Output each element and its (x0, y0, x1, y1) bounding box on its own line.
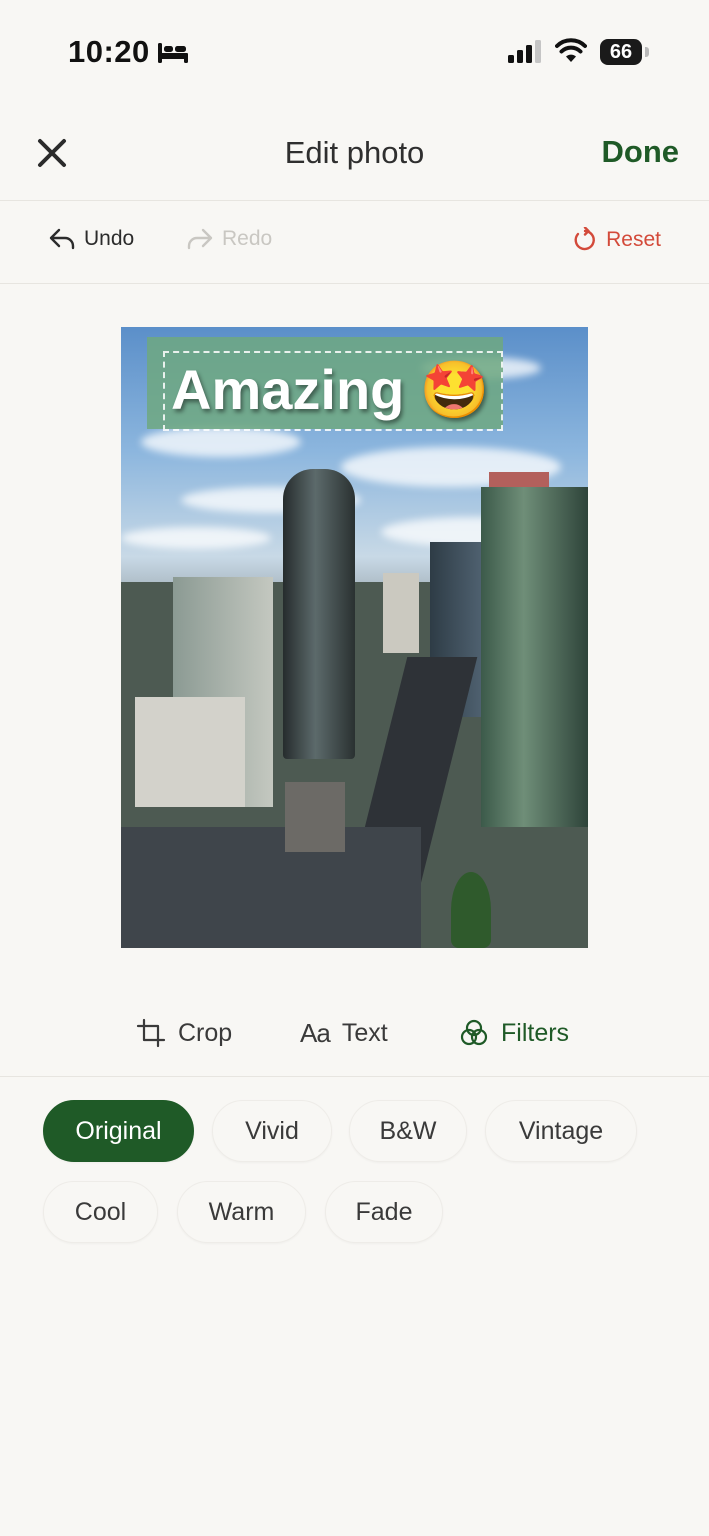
building (481, 487, 588, 827)
filters-tool-button[interactable]: Filters (459, 1018, 569, 1048)
filters-icon (460, 1019, 488, 1046)
reset-label: Reset (606, 228, 661, 251)
parking-lot (121, 827, 421, 948)
filter-chip-vivid[interactable]: Vivid (212, 1100, 332, 1162)
reset-button[interactable]: Reset (572, 227, 661, 253)
done-button[interactable]: Done (602, 134, 680, 170)
redo-label: Redo (222, 227, 273, 250)
sleep-focus-icon (158, 43, 188, 63)
text-label: Text (341, 1019, 388, 1047)
cloud (121, 527, 271, 549)
tree (451, 872, 491, 948)
cloud (141, 427, 301, 457)
crop-label: Crop (178, 1018, 233, 1047)
tower (283, 469, 355, 759)
crop-icon (136, 1018, 166, 1048)
building (135, 697, 245, 807)
filter-chip-fade[interactable]: Fade (325, 1181, 443, 1243)
text-tool-icon: Aa (300, 1018, 331, 1048)
undo-label: Undo (84, 227, 135, 250)
filter-chip-vintage[interactable]: Vintage (485, 1100, 637, 1162)
status-bar: 10:20 66 (0, 0, 709, 100)
filter-chip-bw[interactable]: B&W (349, 1100, 467, 1162)
undo-icon (49, 228, 75, 250)
edit-tools-bar: Crop Aa Text Filters (0, 994, 709, 1077)
overlay-text[interactable]: Amazing 🤩 (171, 357, 490, 423)
history-toolbar: Undo Redo Reset (0, 201, 709, 284)
wifi-icon (555, 38, 587, 62)
undo-button[interactable]: Undo (48, 227, 134, 251)
cellular-signal-icon (508, 40, 541, 63)
photo-canvas[interactable]: Amazing 🤩 (121, 327, 588, 948)
filters-label: Filters (501, 1018, 570, 1047)
building (383, 573, 419, 653)
text-tool-button[interactable]: Aa Text (300, 1018, 388, 1049)
status-time: 10:20 (68, 34, 150, 69)
crop-tool-button[interactable]: Crop (136, 1018, 232, 1048)
battery-tip (645, 47, 649, 57)
nav-bar: Edit photo Done (0, 105, 709, 201)
filter-chip-warm[interactable]: Warm (177, 1181, 306, 1243)
battery-indicator: 66 (600, 39, 642, 65)
filter-chip-original[interactable]: Original (43, 1100, 194, 1162)
reset-icon (574, 227, 596, 251)
redo-icon (187, 228, 213, 250)
redo-button[interactable]: Redo (186, 227, 272, 251)
filter-chip-cool[interactable]: Cool (43, 1181, 158, 1243)
building (285, 782, 345, 852)
